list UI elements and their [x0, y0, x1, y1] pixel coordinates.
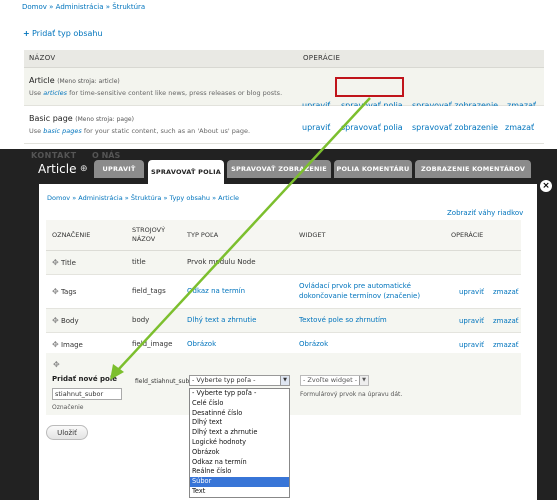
arrow-line [117, 97, 371, 371]
callout-arrow [110, 97, 371, 380]
